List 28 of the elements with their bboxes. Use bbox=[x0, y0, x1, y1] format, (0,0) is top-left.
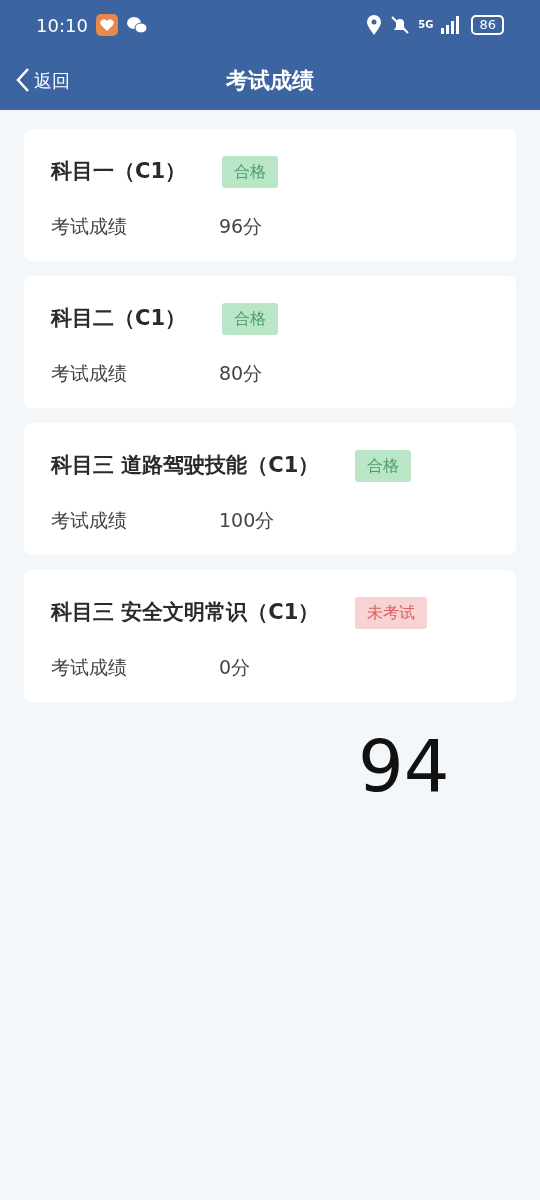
chevron-left-icon bbox=[16, 67, 30, 93]
exam-subject: 科目三 道路驾驶技能（C1） bbox=[51, 452, 320, 480]
chat-app-icon bbox=[125, 15, 148, 35]
muted-bell-icon bbox=[390, 15, 411, 35]
score-value: 80分 bbox=[219, 361, 263, 386]
heart-app-icon bbox=[95, 14, 118, 36]
exam-subject: 科目二（C1） bbox=[51, 305, 187, 333]
back-button[interactable]: 返回 bbox=[16, 66, 70, 94]
exam-subject: 科目三 安全文明常识（C1） bbox=[51, 599, 320, 627]
exam-subject: 科目一（C1） bbox=[51, 158, 187, 186]
score-value: 100分 bbox=[219, 508, 275, 533]
score-label: 考试成绩 bbox=[51, 655, 128, 680]
status-badge: 合格 bbox=[222, 303, 279, 335]
score-value: 96分 bbox=[219, 214, 263, 239]
status-badge: 未考试 bbox=[355, 597, 428, 629]
network-label: 5G bbox=[418, 20, 434, 30]
battery-indicator: 86 bbox=[471, 15, 504, 35]
score-value: 0分 bbox=[219, 655, 251, 680]
score-label: 考试成绩 bbox=[51, 361, 128, 386]
status-time: 10:10 bbox=[36, 13, 88, 38]
signal-icon bbox=[441, 16, 460, 34]
score-label: 考试成绩 bbox=[51, 508, 128, 533]
location-icon bbox=[366, 15, 383, 35]
overlay-number: 94 bbox=[358, 730, 450, 802]
score-label: 考试成绩 bbox=[51, 214, 128, 239]
status-badge: 合格 bbox=[355, 450, 412, 482]
page-title: 考试成绩 bbox=[226, 66, 314, 95]
status-badge: 合格 bbox=[222, 156, 279, 188]
